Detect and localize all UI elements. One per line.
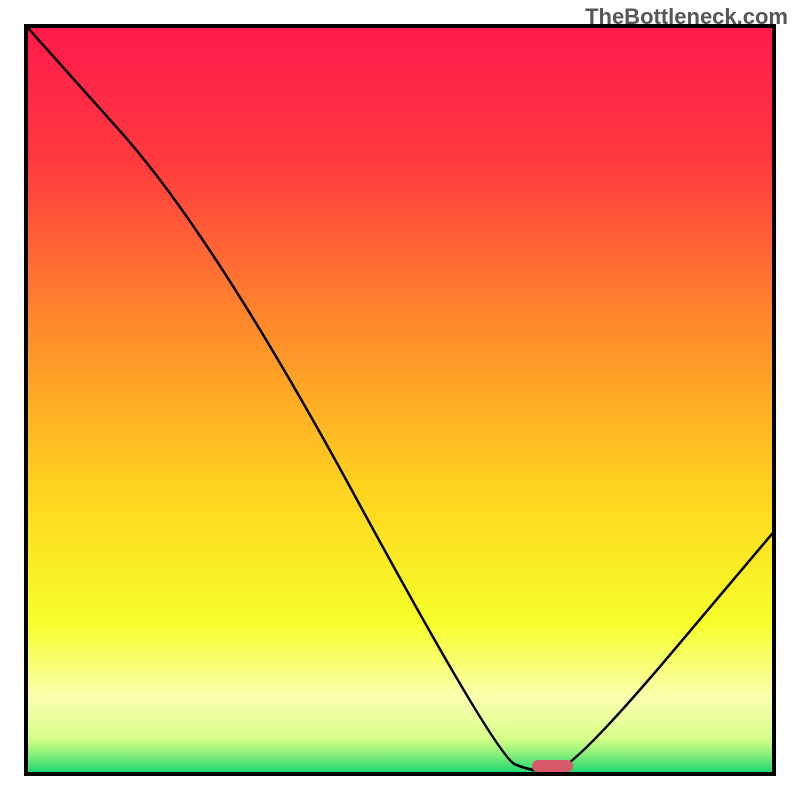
plot-area: [24, 24, 776, 776]
bottleneck-marker: [532, 760, 573, 772]
watermark-text: TheBottleneck.com: [585, 4, 788, 30]
chart-container: TheBottleneck.com: [0, 0, 800, 800]
curve-line: [28, 28, 772, 772]
